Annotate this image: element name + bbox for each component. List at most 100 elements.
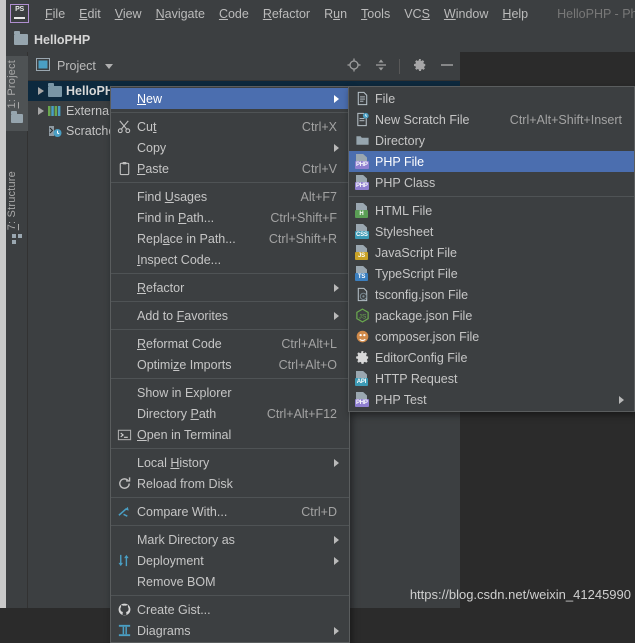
submenu-item-package-json-file[interactable]: JSpackage.json File	[349, 305, 634, 326]
menu-item-cut[interactable]: CutCtrl+X	[111, 116, 349, 137]
submenu-item-label: HTML File	[375, 204, 432, 218]
menu-item-local-history[interactable]: Local History	[111, 452, 349, 473]
menu-item-find-usages[interactable]: Find Usages Alt+F7	[111, 186, 349, 207]
refresh-icon	[111, 476, 137, 491]
editorconfig-gear-icon	[349, 350, 375, 365]
menu-item-refactor[interactable]: Refactor	[111, 277, 349, 298]
menu-item-shortcut: Ctrl+Alt+L	[281, 337, 346, 351]
menu-item-shortcut: Ctrl+Shift+F	[270, 211, 346, 225]
locate-icon[interactable]	[347, 58, 361, 75]
submenu-item-label: PHP Test	[375, 393, 427, 407]
menubar-item-run[interactable]: Run	[317, 4, 354, 24]
menubar-item-view[interactable]: View	[108, 4, 149, 24]
menubar-item-window[interactable]: Window	[437, 4, 495, 24]
menu-item-deployment[interactable]: Deployment	[111, 550, 349, 571]
menu-separator	[111, 112, 349, 113]
submenu-item-php-class[interactable]: PHPPHP Class	[349, 172, 634, 193]
expand-arrow-icon[interactable]	[34, 87, 48, 95]
submenu-item-directory[interactable]: Directory	[349, 130, 634, 151]
menu-item-label: Reload from Disk	[137, 477, 233, 491]
menubar-item-navigate[interactable]: Navigate	[149, 4, 212, 24]
submenu-item-php-file[interactable]: PHPPHP File	[349, 151, 634, 172]
submenu-item-javascript-file[interactable]: JSJavaScript File	[349, 242, 634, 263]
menu-item-compare-with[interactable]: Compare With...Ctrl+D	[111, 501, 349, 522]
menu-item-label: Find Usages	[137, 190, 207, 204]
menubar-item-refactor[interactable]: Refactor	[256, 4, 317, 24]
menu-item-label: Copy	[137, 141, 166, 155]
php-file-icon: PHP	[349, 154, 375, 169]
menu-item-show-in-explorer[interactable]: Show in Explorer	[111, 382, 349, 403]
menu-item-inspect-code[interactable]: Inspect Code...	[111, 249, 349, 270]
ts-file-icon: TS	[349, 266, 375, 281]
submenu-arrow-icon	[334, 459, 339, 467]
menu-item-paste[interactable]: PasteCtrl+V	[111, 158, 349, 179]
hide-icon[interactable]	[440, 58, 454, 75]
submenu-item-html-file[interactable]: HHTML File	[349, 200, 634, 221]
menu-item-copy[interactable]: Copy	[111, 137, 349, 158]
menu-item-new[interactable]: New	[111, 88, 349, 109]
menu-item-diagrams[interactable]: Diagrams	[111, 620, 349, 641]
submenu-item-file[interactable]: File	[349, 88, 634, 109]
submenu-item-stylesheet[interactable]: CSSStylesheet	[349, 221, 634, 242]
menubar-item-file[interactable]: File	[38, 4, 72, 24]
menu-item-label: Remove BOM	[137, 575, 216, 589]
menu-item-reformat-code[interactable]: Reformat Code Ctrl+Alt+L	[111, 333, 349, 354]
js-file-icon: JS	[349, 245, 375, 260]
submenu-item-label: tsconfig.json File	[375, 288, 468, 302]
deployment-icon	[111, 553, 137, 568]
menu-item-find-in-path[interactable]: Find in Path...Ctrl+Shift+F	[111, 207, 349, 228]
submenu-item-http-request[interactable]: APIHTTP Request	[349, 368, 634, 389]
menu-item-label: Deployment	[137, 554, 204, 568]
menu-item-label: Inspect Code...	[137, 253, 221, 267]
menu-item-label: Add to Favorites	[137, 309, 228, 323]
composer-icon	[349, 329, 375, 344]
menubar-item-edit[interactable]: Edit	[72, 4, 108, 24]
menu-item-replace-in-path[interactable]: Replace in Path...Ctrl+Shift+R	[111, 228, 349, 249]
toolbar-divider	[399, 59, 400, 74]
menubar-item-code[interactable]: Code	[212, 4, 256, 24]
collapse-all-icon[interactable]	[374, 58, 388, 75]
submenu-item-typescript-file[interactable]: TSTypeScript File	[349, 263, 634, 284]
menu-item-reload-from-disk[interactable]: Reload from Disk	[111, 473, 349, 494]
submenu-item-editorconfig-file[interactable]: EditorConfig File	[349, 347, 634, 368]
menu-item-label: Reformat Code	[137, 337, 222, 351]
submenu-arrow-icon	[334, 284, 339, 292]
sidebar-item-structure[interactable]: 7: Structure	[6, 167, 28, 253]
breadcrumb[interactable]: HelloPHP	[34, 33, 90, 47]
submenu-item-tsconfig-json-file[interactable]: tsconfig.json File	[349, 284, 634, 305]
tool-window-label-project: 1: Project	[6, 56, 28, 112]
submenu-item-label: New Scratch File	[375, 113, 469, 127]
menu-item-shortcut: Ctrl+X	[302, 120, 346, 134]
submenu-item-shortcut: Ctrl+Alt+Shift+Insert	[510, 113, 631, 127]
menubar-item-tools[interactable]: Tools	[354, 4, 397, 24]
menu-item-shortcut: Ctrl+Alt+O	[279, 358, 346, 372]
menu-item-open-in-terminal[interactable]: Open in Terminal	[111, 424, 349, 445]
menu-item-shortcut: Ctrl+V	[302, 162, 346, 176]
chevron-down-icon[interactable]	[105, 64, 113, 69]
submenu-item-new-scratch-file[interactable]: New Scratch File Ctrl+Alt+Shift+Insert	[349, 109, 634, 130]
folder-icon	[14, 33, 28, 47]
settings-gear-icon[interactable]	[413, 58, 427, 75]
menu-item-shortcut: Alt+F7	[301, 190, 346, 204]
menu-separator	[111, 497, 349, 498]
menubar-item-vcs[interactable]: VCS	[397, 4, 437, 24]
menu-item-remove-bom[interactable]: Remove BOM	[111, 571, 349, 592]
menu-separator	[111, 301, 349, 302]
php-class-icon: PHP	[349, 175, 375, 190]
submenu-item-composer-json-file[interactable]: composer.json File	[349, 326, 634, 347]
menu-item-create-gist[interactable]: Create Gist...	[111, 599, 349, 620]
sidebar-item-project[interactable]: 1: Project	[6, 56, 28, 131]
http-request-icon: API	[349, 371, 375, 386]
nodejs-icon: JS	[349, 308, 375, 323]
menu-item-add-to-favorites[interactable]: Add to Favorites	[111, 305, 349, 326]
phpstorm-window: PS FileEditViewNavigateCodeRefactorRunTo…	[0, 0, 635, 608]
submenu-item-php-test[interactable]: PHPPHP Test	[349, 389, 634, 410]
menu-separator	[111, 329, 349, 330]
menu-item-mark-directory-as[interactable]: Mark Directory as	[111, 529, 349, 550]
menu-item-optimize-imports[interactable]: Optimize ImportsCtrl+Alt+O	[111, 354, 349, 375]
menu-item-directory-path[interactable]: Directory PathCtrl+Alt+F12	[111, 403, 349, 424]
menu-item-label: Mark Directory as	[137, 533, 235, 547]
menubar-item-help[interactable]: Help	[495, 4, 535, 24]
expand-arrow-icon[interactable]	[34, 107, 48, 115]
menu-separator	[111, 273, 349, 274]
